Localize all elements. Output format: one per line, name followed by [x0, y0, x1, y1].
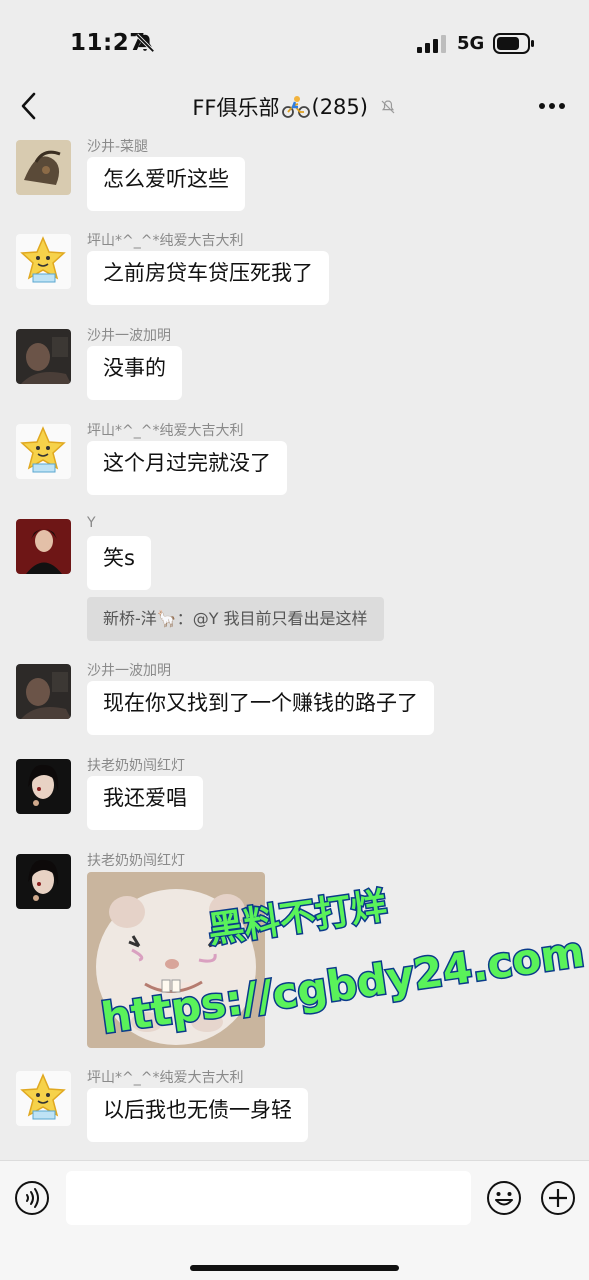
sender-name: 沙井一波加明	[87, 663, 171, 679]
message-bubble[interactable]: 之前房贷车贷压死我了	[87, 251, 329, 305]
sender-name: 坪山*^_^*纯爱大吉大利	[87, 423, 244, 439]
plus-icon[interactable]	[540, 1180, 576, 1216]
member-count: (285)	[311, 95, 368, 119]
avatar[interactable]	[16, 234, 71, 289]
hamster-photo[interactable]	[87, 872, 265, 1048]
battery-icon	[493, 33, 534, 54]
avatar[interactable]	[16, 664, 71, 719]
sender-name: 沙井-菜腿	[87, 139, 149, 155]
home-indicator[interactable]	[190, 1265, 399, 1271]
more-icon[interactable]	[538, 102, 566, 110]
avatar[interactable]	[16, 424, 71, 479]
voice-icon[interactable]	[14, 1180, 50, 1216]
sender-name: 扶老奶奶闯红灯	[87, 853, 185, 869]
sender-name: 扶老奶奶闯红灯	[87, 758, 185, 774]
status-bar: 11:27 5G	[0, 0, 589, 80]
message-bubble[interactable]: 没事的	[87, 346, 182, 400]
avatar[interactable]	[16, 854, 71, 909]
signal-icon	[417, 35, 446, 53]
message-bubble[interactable]: 这个月过完就没了	[87, 441, 287, 495]
message-bubble[interactable]: 以后我也无债一身轻	[87, 1088, 308, 1142]
input-bar	[0, 1160, 589, 1280]
mute-icon	[381, 100, 395, 114]
avatar[interactable]	[16, 140, 71, 195]
group-name: FF俱乐部	[192, 96, 280, 120]
bell-off-icon	[135, 33, 155, 53]
emoji-icon[interactable]	[486, 1180, 522, 1216]
sender-name: Y	[87, 515, 96, 531]
avatar[interactable]	[16, 519, 71, 574]
avatar[interactable]	[16, 1071, 71, 1126]
message-bubble[interactable]: 我还爱唱	[87, 776, 203, 830]
sender-name: 坪山*^_^*纯爱大吉大利	[87, 1070, 244, 1086]
message-bubble[interactable]: 笑s	[87, 536, 151, 590]
message-input[interactable]	[66, 1171, 471, 1225]
sender-name: 沙井一波加明	[87, 328, 171, 344]
quoted-reply[interactable]: 新桥-洋🦙：@Y 我目前只看出是这样	[87, 597, 384, 641]
message-bubble[interactable]: 现在你又找到了一个赚钱的路子了	[87, 681, 434, 735]
avatar[interactable]	[16, 329, 71, 384]
bicycle-icon	[281, 96, 310, 118]
network-label: 5G	[457, 33, 485, 54]
message-bubble[interactable]: 怎么爱听这些	[87, 157, 245, 211]
avatar[interactable]	[16, 759, 71, 814]
sender-name: 坪山*^_^*纯爱大吉大利	[87, 233, 244, 249]
chat-header: FF俱乐部 (285)	[0, 80, 589, 136]
chat-title[interactable]: FF俱乐部 (285)	[0, 92, 589, 122]
